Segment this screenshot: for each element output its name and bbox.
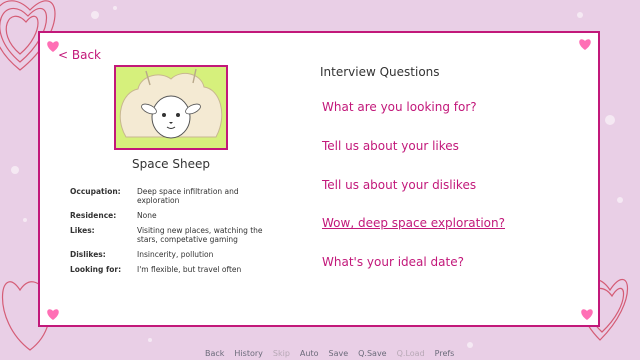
profile-card: < Back Space Sheep Occupation: Deep spac… — [38, 31, 600, 327]
quick-menu-save[interactable]: Save — [328, 349, 348, 358]
quick-menu-skip[interactable]: Skip — [273, 349, 290, 358]
fact-row: Likes: Visiting new places, watching the… — [70, 226, 280, 244]
profile-facts: Occupation: Deep space infiltration and … — [70, 187, 280, 280]
fact-label: Dislikes: — [70, 250, 106, 259]
quick-menu-qload[interactable]: Q.Load — [397, 349, 425, 358]
back-button[interactable]: < Back — [58, 48, 101, 62]
fact-label: Residence: — [70, 211, 117, 220]
heart-icon — [581, 309, 593, 320]
fact-row: Residence: None — [70, 211, 280, 220]
fact-value: None — [137, 211, 157, 220]
fact-row: Occupation: Deep space infiltration and … — [70, 187, 280, 205]
heart-icon — [47, 309, 59, 320]
profile-name: Space Sheep — [132, 157, 210, 171]
question-likes[interactable]: Tell us about your likes — [322, 139, 459, 153]
quick-menu-history[interactable]: History — [234, 349, 262, 358]
fact-value: Visiting new places, watching the stars,… — [137, 226, 263, 244]
question-ideal-date[interactable]: What's your ideal date? — [322, 255, 464, 269]
quick-menu-back[interactable]: Back — [205, 349, 224, 358]
quick-menu-prefs[interactable]: Prefs — [435, 349, 455, 358]
fact-value: Deep space infiltration and exploration — [137, 187, 239, 205]
fact-value: I'm flexible, but travel often — [137, 265, 242, 274]
interview-title: Interview Questions — [320, 65, 440, 79]
quick-menu: Back History Skip Auto Save Q.Save Q.Loa… — [205, 349, 454, 358]
heart-icon — [579, 39, 591, 50]
question-deep-space[interactable]: Wow, deep space exploration? — [322, 216, 505, 230]
question-dislikes[interactable]: Tell us about your dislikes — [322, 178, 476, 192]
avatar — [114, 65, 228, 150]
fact-label: Looking for: — [70, 265, 122, 274]
quick-menu-qsave[interactable]: Q.Save — [358, 349, 386, 358]
fact-row: Dislikes: Insincerity, pollution — [70, 250, 280, 259]
question-looking-for[interactable]: What are you looking for? — [322, 100, 477, 114]
quick-menu-auto[interactable]: Auto — [300, 349, 319, 358]
fact-row: Looking for: I'm flexible, but travel of… — [70, 265, 280, 274]
fact-value: Insincerity, pollution — [137, 250, 214, 259]
fact-label: Occupation: — [70, 187, 121, 196]
fact-label: Likes: — [70, 226, 95, 235]
sheep-portrait — [119, 68, 223, 139]
